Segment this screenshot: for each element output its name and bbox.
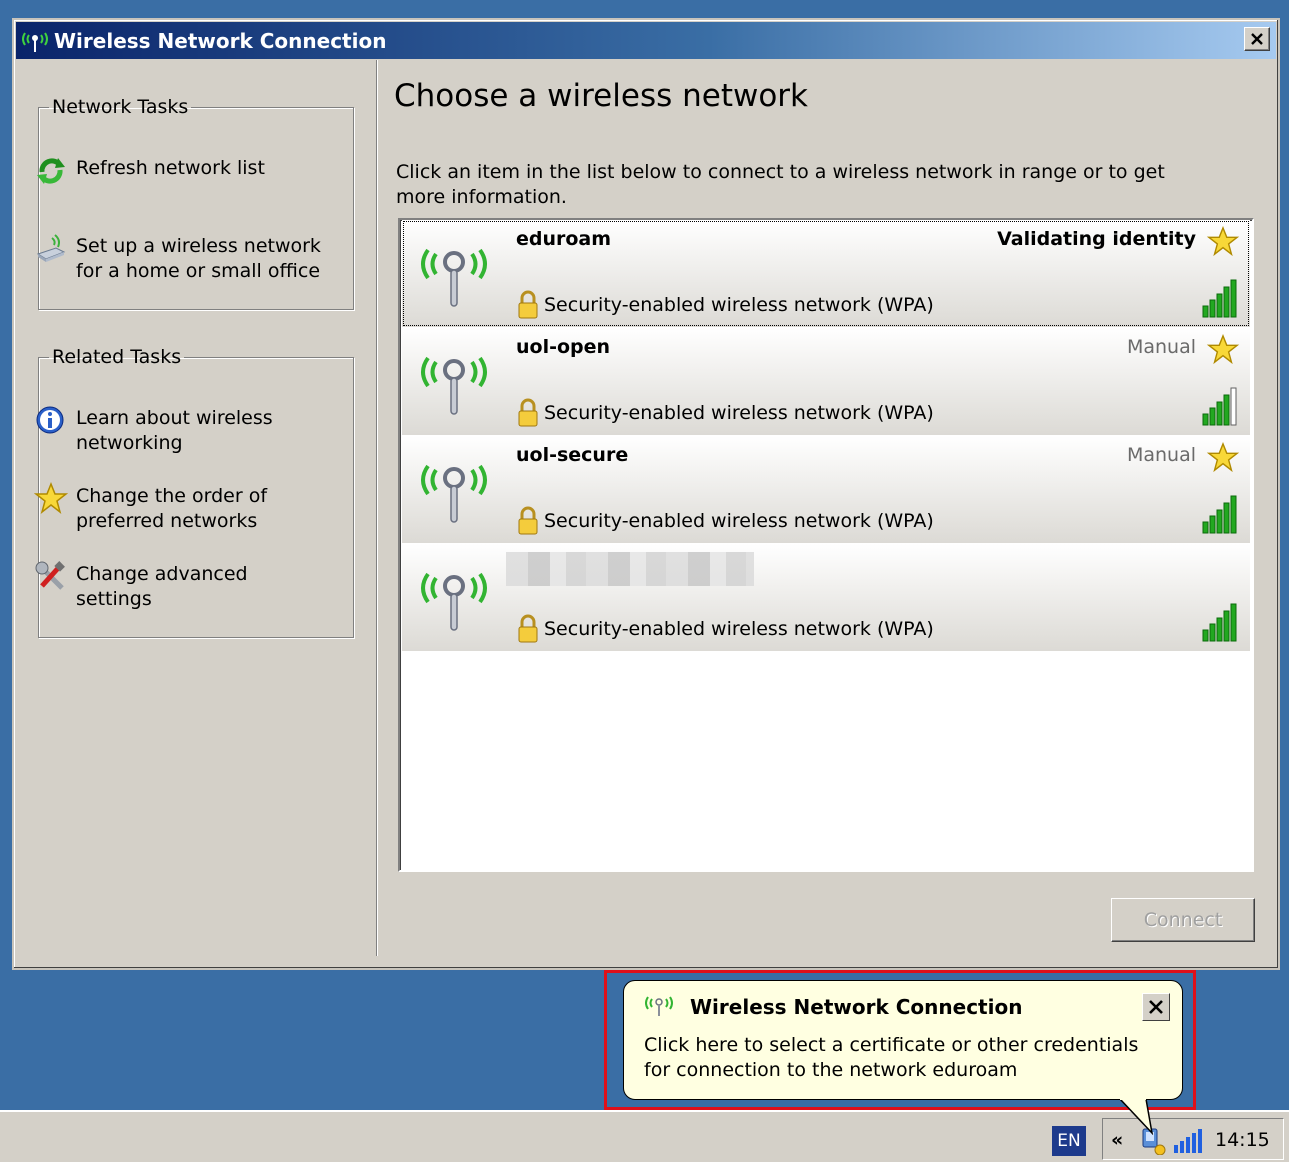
wireless-antenna-icon bbox=[421, 248, 487, 307]
network-status: Validating identity bbox=[997, 228, 1196, 250]
connect-button[interactable]: Connect bbox=[1111, 898, 1255, 942]
tools-icon bbox=[35, 561, 65, 590]
lock-icon bbox=[518, 614, 538, 643]
signal-strength-icon bbox=[1202, 495, 1237, 534]
lock-icon bbox=[518, 398, 538, 427]
network-security-label: Security-enabled wireless network (WPA) bbox=[544, 294, 934, 316]
language-indicator[interactable]: EN bbox=[1052, 1126, 1086, 1156]
network-status: Manual bbox=[1126, 444, 1196, 466]
wireless-antenna-icon bbox=[421, 572, 487, 631]
change-order-preferred-label: Change the order of preferred networks bbox=[76, 485, 268, 532]
network-item-hidden[interactable]: Security-enabled wireless network (WPA) bbox=[402, 544, 1250, 651]
learn-about-wireless-label: Learn about wireless networking bbox=[76, 407, 273, 454]
signal-strength-icon bbox=[1202, 387, 1237, 426]
network-list-pane: Choose a wireless network Click an item … bbox=[380, 60, 1276, 966]
network-status: Manual bbox=[1126, 336, 1196, 358]
signal-strength-icon bbox=[1202, 279, 1237, 318]
setup-wireless-network-link[interactable]: Set up a wireless network for a home or … bbox=[34, 234, 334, 284]
network-tasks-legend: Network Tasks bbox=[52, 96, 189, 118]
network-security-label: Security-enabled wireless network (WPA) bbox=[544, 618, 934, 640]
balloon-pointer bbox=[1118, 1099, 1154, 1135]
change-advanced-settings-label: Change advanced settings bbox=[76, 563, 248, 610]
notification-balloon[interactable]: Wireless Network Connection Click here t… bbox=[623, 980, 1183, 1100]
signal-strength-icon bbox=[1202, 603, 1237, 642]
refresh-network-list-label: Refresh network list bbox=[76, 157, 265, 179]
obscured-network-name bbox=[506, 552, 754, 586]
pane-divider bbox=[376, 60, 378, 956]
network-security: Security-enabled wireless network (WPA) bbox=[516, 290, 934, 320]
signal-strength-tray-icon[interactable] bbox=[1173, 1129, 1203, 1153]
network-security-label: Security-enabled wireless network (WPA) bbox=[544, 510, 934, 532]
network-item-uol-open[interactable]: uol-open Manual Security-enabled wireles… bbox=[402, 328, 1250, 435]
preferred-star-icon bbox=[1206, 334, 1240, 365]
lock-icon bbox=[518, 290, 538, 319]
network-security: Security-enabled wireless network (WPA) bbox=[516, 506, 934, 536]
balloon-close-button[interactable] bbox=[1142, 993, 1170, 1021]
star-icon bbox=[34, 482, 68, 514]
preferred-star-icon bbox=[1206, 442, 1240, 473]
network-name: uol-secure bbox=[516, 444, 629, 466]
window-close-button[interactable] bbox=[1244, 27, 1270, 51]
wireless-network-connection-window: Wireless Network Connection Network Task… bbox=[12, 18, 1280, 970]
network-security: Security-enabled wireless network (WPA) bbox=[516, 398, 934, 428]
network-name: eduroam bbox=[516, 228, 612, 250]
taskbar-clock[interactable]: 14:15 bbox=[1215, 1129, 1270, 1151]
close-icon bbox=[1149, 1000, 1163, 1014]
balloon-title: Wireless Network Connection bbox=[690, 995, 1023, 1019]
window-title: Wireless Network Connection bbox=[54, 28, 387, 53]
network-security-label: Security-enabled wireless network (WPA) bbox=[544, 402, 934, 424]
related-tasks-legend: Related Tasks bbox=[52, 346, 182, 368]
refresh-network-list-link[interactable]: Refresh network list bbox=[34, 156, 334, 188]
close-icon bbox=[1251, 33, 1263, 45]
network-item-eduroam[interactable]: eduroam Validating identity Security-ena… bbox=[402, 220, 1250, 327]
wireless-network-icon bbox=[22, 31, 48, 52]
network-security: Security-enabled wireless network (WPA) bbox=[516, 614, 934, 644]
wireless-network-icon bbox=[645, 996, 673, 1016]
info-icon bbox=[36, 406, 64, 434]
preferred-star-icon bbox=[1206, 226, 1240, 257]
refresh-icon bbox=[37, 158, 65, 184]
taskbar: EN « 14:15 bbox=[0, 1110, 1289, 1162]
instructions-text: Click an item in the list below to conne… bbox=[396, 161, 1165, 208]
network-name: uol-open bbox=[516, 336, 611, 358]
learn-about-wireless-link[interactable]: Learn about wireless networking bbox=[34, 406, 334, 456]
page-title: Choose a wireless network bbox=[394, 78, 808, 114]
window-titlebar[interactable]: Wireless Network Connection bbox=[16, 22, 1276, 59]
wireless-antenna-icon bbox=[421, 356, 487, 415]
change-advanced-settings-link[interactable]: Change advanced settings bbox=[34, 561, 334, 612]
lock-icon bbox=[518, 506, 538, 535]
wireless-setup-icon bbox=[36, 234, 66, 262]
balloon-message: Click here to select a certificate or ot… bbox=[644, 1034, 1139, 1081]
wireless-antenna-icon bbox=[421, 464, 487, 523]
setup-wireless-network-label: Set up a wireless network for a home or … bbox=[76, 235, 321, 282]
change-order-preferred-link[interactable]: Change the order of preferred networks bbox=[34, 482, 334, 534]
tasks-pane: Network Tasks Refresh network list Set u… bbox=[16, 60, 376, 966]
network-list[interactable]: eduroam Validating identity Security-ena… bbox=[398, 218, 1254, 872]
network-item-uol-secure[interactable]: uol-secure Manual Security-enabled wirel… bbox=[402, 436, 1250, 543]
